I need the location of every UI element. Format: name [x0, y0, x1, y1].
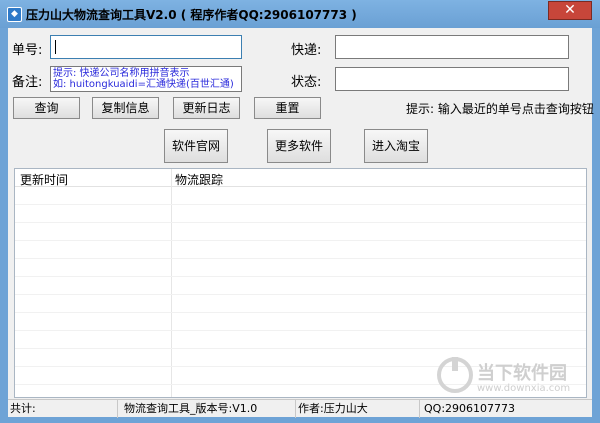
query-button[interactable]: 查询: [13, 97, 80, 119]
row-divider: [15, 294, 586, 295]
status-label: 状态:: [291, 75, 322, 90]
row-divider: [15, 330, 586, 331]
watermark-logo-icon: [437, 357, 473, 393]
row-divider: [15, 258, 586, 259]
table-header: 更新时间 物流跟踪: [15, 169, 586, 187]
watermark-url: www.downxia.com: [477, 383, 571, 394]
client-area: 单号: 快递: 备注: 提示: 快递公司名称用拼音表示 如: huitongku…: [8, 28, 594, 418]
statusbar-version: 物流查询工具_版本号:V1.0: [118, 400, 296, 418]
statusbar-qq: QQ:2906107773: [424, 402, 516, 415]
statusbar-total: 共计:: [8, 400, 118, 418]
close-button[interactable]: ✕: [548, 1, 592, 20]
row-divider: [15, 312, 586, 313]
column-header-logistics-tracking[interactable]: 物流跟踪: [175, 171, 223, 188]
app-window: ◆ 压力山大物流查询工具V2.0 ( 程序作者QQ:2906107773 ) ✕…: [0, 0, 600, 423]
reset-button[interactable]: 重置: [254, 97, 321, 119]
row-divider: [15, 222, 586, 223]
status-bar: 共计: 物流查询工具_版本号:V1.0 作者:压力山大 QQ:290610777…: [8, 399, 592, 418]
title-bar[interactable]: ◆ 压力山大物流查询工具V2.0 ( 程序作者QQ:2906107773 ) ✕: [0, 0, 600, 28]
close-icon: ✕: [564, 2, 576, 18]
more-software-button[interactable]: 更多软件: [267, 129, 331, 163]
row-divider: [15, 240, 586, 241]
column-header-update-time[interactable]: 更新时间: [20, 171, 68, 188]
status-input[interactable]: [335, 67, 569, 91]
remark-line-1: 提示: 快递公司名称用拼音表示: [53, 68, 190, 79]
tracking-number-input[interactable]: [50, 35, 242, 59]
tracking-number-label: 单号:: [12, 43, 43, 58]
copy-info-button[interactable]: 复制信息: [92, 97, 159, 119]
row-divider: [15, 204, 586, 205]
taobao-button[interactable]: 进入淘宝: [364, 129, 428, 163]
courier-input[interactable]: [335, 35, 569, 59]
window-title: 压力山大物流查询工具V2.0 ( 程序作者QQ:2906107773 ): [26, 8, 357, 22]
statusbar-author: 作者:压力山大: [296, 400, 420, 418]
row-divider: [15, 276, 586, 277]
app-icon: ◆: [7, 7, 22, 22]
remark-textarea[interactable]: 提示: 快递公司名称用拼音表示 如: huitongkuaidi=汇通快递(百世…: [50, 66, 242, 92]
remark-line-2: 如: huitongkuaidi=汇通快递(百世汇通): [53, 79, 234, 90]
remark-label: 备注:: [12, 75, 43, 90]
watermark-text: 当下软件园: [477, 363, 567, 384]
hint-text: 提示: 输入最近的单号点击查询按钮: [406, 102, 594, 116]
watermark: 当下软件园 www.downxia.com: [437, 355, 570, 398]
row-divider: [15, 348, 586, 349]
courier-label: 快递:: [291, 43, 322, 58]
text-caret: [55, 40, 56, 54]
official-site-button[interactable]: 软件官网: [164, 129, 228, 163]
update-log-button[interactable]: 更新日志: [173, 97, 240, 119]
